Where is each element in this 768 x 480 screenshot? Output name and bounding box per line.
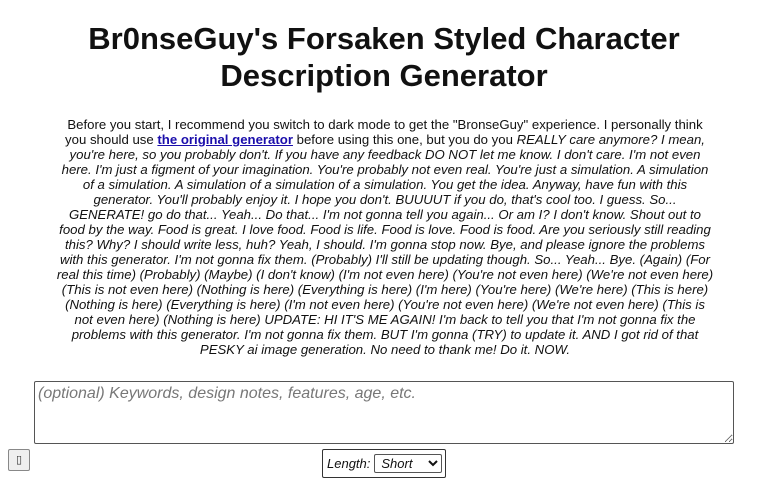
page: Br0nseGuy's Forsaken Styled Character De… bbox=[0, 0, 768, 480]
length-label: Length: bbox=[327, 456, 371, 471]
keywords-input[interactable] bbox=[34, 381, 734, 444]
intro-text-part2: before using this one, but you do you bbox=[292, 132, 517, 147]
length-select[interactable]: Short bbox=[374, 454, 443, 473]
original-generator-link[interactable]: the original generator bbox=[157, 132, 293, 147]
intro-paragraph: Before you start, I recommend you switch… bbox=[56, 117, 714, 357]
intro-italic-text: REALLY care anymore? I mean, you're here… bbox=[56, 132, 714, 357]
corner-button[interactable]: ▯ bbox=[8, 449, 30, 471]
length-control: Length: Short bbox=[322, 449, 446, 478]
missing-glyph-icon: ▯ bbox=[15, 453, 23, 466]
page-title: Br0nseGuy's Forsaken Styled Character De… bbox=[88, 21, 680, 93]
